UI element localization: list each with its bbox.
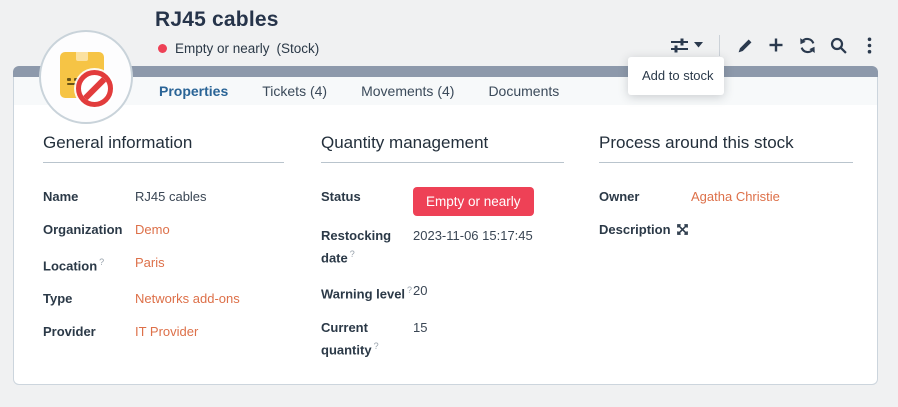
status-dot-icon xyxy=(158,44,167,53)
tab-strip: Properties Tickets (4) Movements (4) Doc… xyxy=(14,77,877,105)
field-name: Name RJ45 cables xyxy=(43,187,284,206)
stock-item-avatar xyxy=(39,30,133,124)
field-current-quantity: Current quantity? 15 xyxy=(321,318,564,359)
section-title: General information xyxy=(43,133,284,163)
organization-link[interactable]: Demo xyxy=(135,220,170,239)
field-label: Provider xyxy=(43,322,135,341)
field-label: Status xyxy=(321,187,413,206)
section-title: Process around this stock xyxy=(599,133,853,163)
field-label: Current quantity? xyxy=(321,318,413,359)
field-value: 2023-11-06 15:17:45 xyxy=(413,226,533,267)
section-quantity-management: Quantity management Status Empty or near… xyxy=(321,133,564,373)
stock-detail-card: Properties Tickets (4) Movements (4) Doc… xyxy=(13,77,878,385)
help-icon: ? xyxy=(374,341,379,351)
status-line: Empty or nearly (Stock) xyxy=(158,41,319,56)
field-organization: Organization Demo xyxy=(43,220,284,239)
field-location: Location? Paris xyxy=(43,253,284,275)
toolbar-divider xyxy=(719,35,720,56)
field-label: Location? xyxy=(43,253,135,275)
status-badge: Empty or nearly xyxy=(413,187,534,216)
tab-tickets[interactable]: Tickets (4) xyxy=(262,83,327,99)
field-label: Owner xyxy=(599,187,691,206)
field-label: Organization xyxy=(43,220,135,239)
help-icon: ? xyxy=(407,285,412,295)
provider-link[interactable]: IT Provider xyxy=(135,322,198,341)
no-entry-icon xyxy=(76,70,113,107)
section-process-around-stock: Process around this stock Owner Agatha C… xyxy=(599,133,853,253)
page-title: RJ45 cables xyxy=(155,8,279,32)
caret-down-icon xyxy=(694,42,703,48)
toolbar xyxy=(670,33,878,57)
location-link[interactable]: Paris xyxy=(135,253,165,275)
package-icon xyxy=(60,52,104,98)
field-restocking-date: Restocking date? 2023-11-06 15:17:45 xyxy=(321,226,564,267)
help-icon: ? xyxy=(99,257,104,267)
plus-icon[interactable] xyxy=(767,34,785,56)
accent-bar xyxy=(13,66,878,77)
sliders-icon[interactable] xyxy=(670,34,703,56)
section-title: Quantity management xyxy=(321,133,564,163)
field-value: RJ45 cables xyxy=(135,187,207,206)
kebab-menu-icon[interactable] xyxy=(860,34,878,56)
field-label: Description xyxy=(599,220,671,239)
stock-actions-menu: Add to stock xyxy=(628,57,724,95)
section-general-information: General information Name RJ45 cables Org… xyxy=(43,133,284,355)
tab-movements[interactable]: Movements (4) xyxy=(361,83,454,99)
field-warning-level: Warning level? 20 xyxy=(321,281,564,303)
status-context: (Stock) xyxy=(277,41,320,56)
field-provider: Provider IT Provider xyxy=(43,322,284,341)
search-icon[interactable] xyxy=(829,34,847,56)
field-description: Description xyxy=(599,220,853,239)
field-value: 15 xyxy=(413,318,427,359)
field-status: Status Empty or nearly xyxy=(321,187,564,216)
refresh-icon[interactable] xyxy=(798,34,816,56)
stock-detail-page: RJ45 cables Empty or nearly (Stock) xyxy=(0,0,898,407)
field-label: Type xyxy=(43,289,135,308)
field-value: 20 xyxy=(413,281,427,303)
field-label: Name xyxy=(43,187,135,206)
help-icon: ? xyxy=(350,249,355,259)
field-owner: Owner Agatha Christie xyxy=(599,187,853,206)
field-label: Restocking date? xyxy=(321,226,413,267)
menu-item-add-to-stock[interactable]: Add to stock xyxy=(628,57,724,95)
properties-panel: General information Name RJ45 cables Org… xyxy=(14,105,877,384)
tab-documents[interactable]: Documents xyxy=(488,83,559,99)
field-type: Type Networks add-ons xyxy=(43,289,284,308)
status-text: Empty or nearly xyxy=(175,41,270,56)
field-label: Warning level? xyxy=(321,281,413,303)
owner-link[interactable]: Agatha Christie xyxy=(691,187,780,206)
edit-pencil-icon[interactable] xyxy=(736,34,754,56)
type-link[interactable]: Networks add-ons xyxy=(135,289,240,308)
expand-icon[interactable] xyxy=(677,222,688,241)
tab-properties[interactable]: Properties xyxy=(159,83,228,99)
